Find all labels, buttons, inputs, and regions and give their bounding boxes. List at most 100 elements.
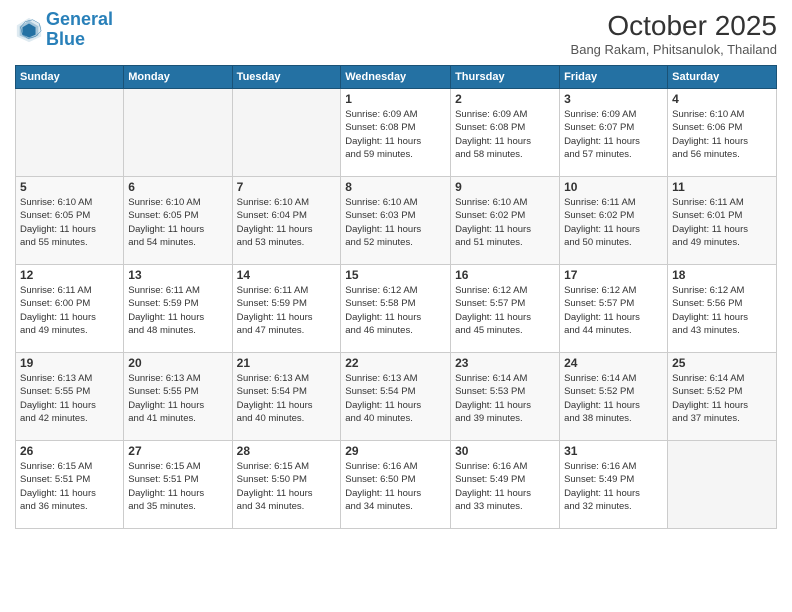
day-number: 24: [564, 356, 663, 370]
weekday-header-tuesday: Tuesday: [232, 66, 341, 89]
weekday-header-thursday: Thursday: [451, 66, 560, 89]
day-number: 29: [345, 444, 446, 458]
calendar-cell: 3Sunrise: 6:09 AM Sunset: 6:07 PM Daylig…: [560, 89, 668, 177]
calendar-cell: 16Sunrise: 6:12 AM Sunset: 5:57 PM Dayli…: [451, 265, 560, 353]
day-info: Sunrise: 6:11 AM Sunset: 5:59 PM Dayligh…: [128, 284, 227, 337]
day-number: 12: [20, 268, 119, 282]
day-number: 22: [345, 356, 446, 370]
month-title: October 2025: [571, 10, 777, 42]
calendar-week-4: 19Sunrise: 6:13 AM Sunset: 5:55 PM Dayli…: [16, 353, 777, 441]
calendar-cell: 28 Sunrise: 6:15 AM Sunset: 5:50 PM Dayli…: [232, 441, 341, 529]
calendar-cell: 8Sunrise: 6:10 AM Sunset: 6:03 PM Daylig…: [341, 177, 451, 265]
day-info: Sunrise: 6:15 AM Sunset: 5:50 PM Dayligh…: [237, 460, 337, 513]
day-info: Sunrise: 6:16 AM Sunset: 5:49 PM Dayligh…: [455, 460, 555, 513]
day-number: 18: [672, 268, 772, 282]
day-info: Sunrise: 6:13 AM Sunset: 5:55 PM Dayligh…: [20, 372, 119, 425]
day-info: Sunrise: 6:09 AM Sunset: 6:08 PM Dayligh…: [455, 108, 555, 161]
calendar-cell: 31 Sunrise: 6:16 AM Sunset: 5:49 PM Dayli…: [560, 441, 668, 529]
subtitle: Bang Rakam, Phitsanulok, Thailand: [571, 42, 777, 57]
day-info: Sunrise: 6:10 AM Sunset: 6:03 PM Dayligh…: [345, 196, 446, 249]
calendar-cell: 12 Sunrise: 6:11 AM Sunset: 6:00 PM Dayli…: [16, 265, 124, 353]
day-info: Sunrise: 6:16 AM Sunset: 5:49 PM Dayligh…: [564, 460, 663, 513]
day-info: Sunrise: 6:11 AM Sunset: 6:02 PM Dayligh…: [564, 196, 663, 249]
day-number: 6: [128, 180, 227, 194]
weekday-header-friday: Friday: [560, 66, 668, 89]
day-info: Sunrise: 6:15 AM Sunset: 5:51 PM Dayligh…: [20, 460, 119, 513]
day-info: Sunrise: 6:10 AM Sunset: 6:05 PM Dayligh…: [20, 196, 119, 249]
calendar-cell: 5 Sunrise: 6:10 AM Sunset: 6:05 PM Daylig…: [16, 177, 124, 265]
day-number: 25: [672, 356, 772, 370]
calendar-cell: 15 Sunrise: 6:12 AM Sunset: 5:58 PM Dayli…: [341, 265, 451, 353]
day-number: 31: [564, 444, 663, 458]
day-number: 14: [237, 268, 337, 282]
calendar-cell: [232, 89, 341, 177]
day-info: Sunrise: 6:16 AM Sunset: 6:50 PM Dayligh…: [345, 460, 446, 513]
day-info: Sunrise: 6:12 AM Sunset: 5:57 PM Dayligh…: [564, 284, 663, 337]
day-info: Sunrise: 6:11 AM Sunset: 5:59 PM Dayligh…: [237, 284, 337, 337]
day-number: 15: [345, 268, 446, 282]
day-number: 13: [128, 268, 227, 282]
day-number: 2: [455, 92, 555, 106]
day-info: Sunrise: 6:14 AM Sunset: 5:53 PM Dayligh…: [455, 372, 555, 425]
calendar-cell: [124, 89, 232, 177]
day-number: 21: [237, 356, 337, 370]
calendar-cell: [16, 89, 124, 177]
day-info: Sunrise: 6:12 AM Sunset: 5:57 PM Dayligh…: [455, 284, 555, 337]
day-number: 30: [455, 444, 555, 458]
day-number: 23: [455, 356, 555, 370]
calendar-cell: 13 Sunrise: 6:11 AM Sunset: 5:59 PM Dayli…: [124, 265, 232, 353]
day-number: 10: [564, 180, 663, 194]
logo: General Blue: [15, 10, 113, 50]
day-info: Sunrise: 6:11 AM Sunset: 6:01 PM Dayligh…: [672, 196, 772, 249]
calendar-cell: 1Sunrise: 6:09 AM Sunset: 6:08 PM Daylig…: [341, 89, 451, 177]
day-info: Sunrise: 6:12 AM Sunset: 5:56 PM Dayligh…: [672, 284, 772, 337]
calendar-cell: 30 Sunrise: 6:16 AM Sunset: 5:49 PM Dayli…: [451, 441, 560, 529]
calendar-cell: [668, 441, 777, 529]
calendar-cell: 2 Sunrise: 6:09 AM Sunset: 6:08 PM Daylig…: [451, 89, 560, 177]
day-info: Sunrise: 6:10 AM Sunset: 6:05 PM Dayligh…: [128, 196, 227, 249]
day-info: Sunrise: 6:14 AM Sunset: 5:52 PM Dayligh…: [564, 372, 663, 425]
day-info: Sunrise: 6:12 AM Sunset: 5:58 PM Dayligh…: [345, 284, 446, 337]
calendar-cell: 26 Sunrise: 6:15 AM Sunset: 5:51 PM Dayli…: [16, 441, 124, 529]
calendar-cell: 21 Sunrise: 6:13 AM Sunset: 5:54 PM Dayli…: [232, 353, 341, 441]
day-info: Sunrise: 6:11 AM Sunset: 6:00 PM Dayligh…: [20, 284, 119, 337]
calendar-week-1: 1Sunrise: 6:09 AM Sunset: 6:08 PM Daylig…: [16, 89, 777, 177]
day-info: Sunrise: 6:14 AM Sunset: 5:52 PM Dayligh…: [672, 372, 772, 425]
day-number: 26: [20, 444, 119, 458]
calendar-cell: 19Sunrise: 6:13 AM Sunset: 5:55 PM Dayli…: [16, 353, 124, 441]
day-info: Sunrise: 6:09 AM Sunset: 6:08 PM Dayligh…: [345, 108, 446, 161]
calendar-header-row: SundayMondayTuesdayWednesdayThursdayFrid…: [16, 66, 777, 89]
day-info: Sunrise: 6:13 AM Sunset: 5:54 PM Dayligh…: [345, 372, 446, 425]
day-number: 28: [237, 444, 337, 458]
day-info: Sunrise: 6:13 AM Sunset: 5:54 PM Dayligh…: [237, 372, 337, 425]
calendar-cell: 14 Sunrise: 6:11 AM Sunset: 5:59 PM Dayli…: [232, 265, 341, 353]
day-number: 5: [20, 180, 119, 194]
day-info: Sunrise: 6:13 AM Sunset: 5:55 PM Dayligh…: [128, 372, 227, 425]
weekday-header-wednesday: Wednesday: [341, 66, 451, 89]
day-number: 3: [564, 92, 663, 106]
calendar-cell: 25 Sunrise: 6:14 AM Sunset: 5:52 PM Dayli…: [668, 353, 777, 441]
calendar-cell: 7Sunrise: 6:10 AM Sunset: 6:04 PM Daylig…: [232, 177, 341, 265]
day-number: 20: [128, 356, 227, 370]
calendar-cell: 6 Sunrise: 6:10 AM Sunset: 6:05 PM Daylig…: [124, 177, 232, 265]
calendar-week-3: 12 Sunrise: 6:11 AM Sunset: 6:00 PM Dayli…: [16, 265, 777, 353]
calendar-cell: 9Sunrise: 6:10 AM Sunset: 6:02 PM Daylig…: [451, 177, 560, 265]
logo-icon: [15, 16, 43, 44]
page: General Blue October 2025 Bang Rakam, Ph…: [0, 0, 792, 612]
calendar-cell: 20 Sunrise: 6:13 AM Sunset: 5:55 PM Dayli…: [124, 353, 232, 441]
title-block: October 2025 Bang Rakam, Phitsanulok, Th…: [571, 10, 777, 57]
day-number: 9: [455, 180, 555, 194]
day-number: 7: [237, 180, 337, 194]
weekday-header-monday: Monday: [124, 66, 232, 89]
weekday-header-sunday: Sunday: [16, 66, 124, 89]
day-number: 17: [564, 268, 663, 282]
calendar-table: SundayMondayTuesdayWednesdayThursdayFrid…: [15, 65, 777, 529]
header: General Blue October 2025 Bang Rakam, Ph…: [15, 10, 777, 57]
calendar-cell: 22 Sunrise: 6:13 AM Sunset: 5:54 PM Dayli…: [341, 353, 451, 441]
calendar-cell: 18 Sunrise: 6:12 AM Sunset: 5:56 PM Dayli…: [668, 265, 777, 353]
day-number: 11: [672, 180, 772, 194]
weekday-header-saturday: Saturday: [668, 66, 777, 89]
calendar-week-5: 26 Sunrise: 6:15 AM Sunset: 5:51 PM Dayli…: [16, 441, 777, 529]
calendar-cell: 29 Sunrise: 6:16 AM Sunset: 6:50 PM Dayli…: [341, 441, 451, 529]
day-info: Sunrise: 6:10 AM Sunset: 6:06 PM Dayligh…: [672, 108, 772, 161]
